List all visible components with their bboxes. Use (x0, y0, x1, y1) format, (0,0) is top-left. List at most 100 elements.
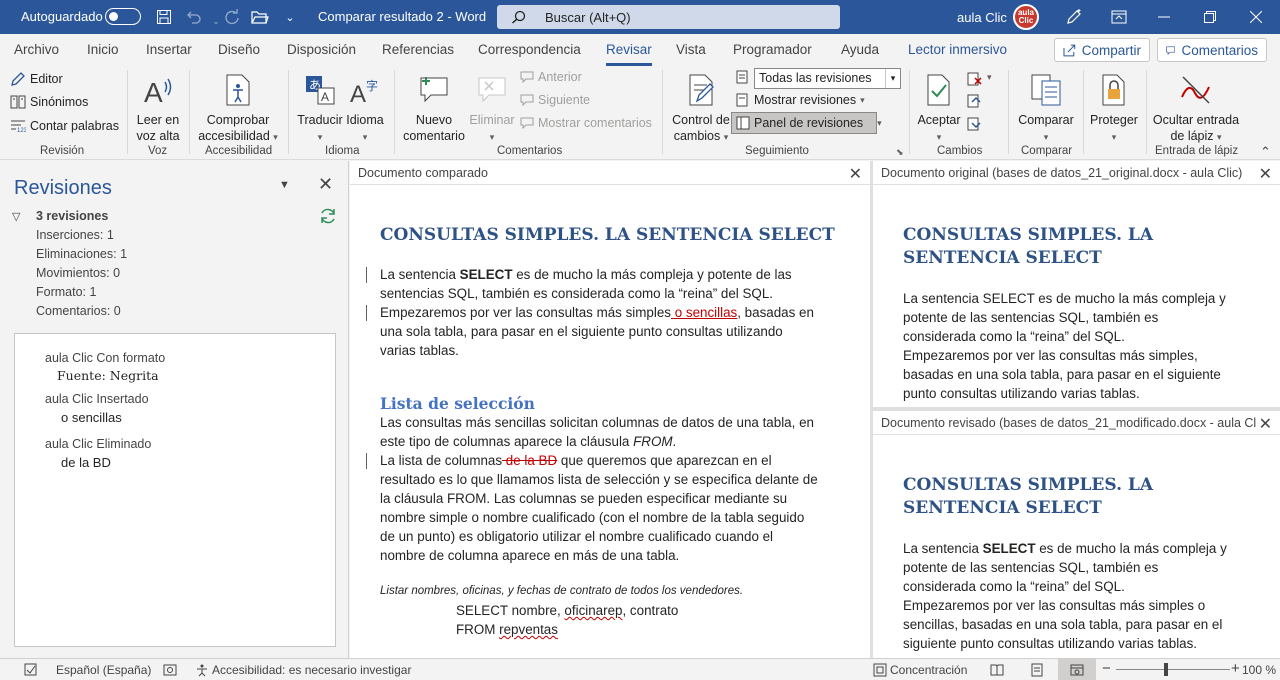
revision-detail[interactable]: de la BD (61, 455, 111, 470)
refresh-icon[interactable] (319, 207, 337, 225)
revision-detail[interactable]: Fuente: Negrita (57, 368, 159, 383)
language-status[interactable]: Español (España) (56, 663, 151, 677)
next-comment-label: Siguiente (538, 93, 591, 107)
compare-button[interactable]: Comparar ▾ (1015, 70, 1077, 145)
tab-referencias[interactable]: Referencias (382, 42, 454, 57)
paragraph[interactable]: La sentencia SELECT es de mucho la más c… (380, 265, 820, 360)
thesaurus-icon (10, 95, 26, 109)
tab-ayuda[interactable]: Ayuda (841, 42, 879, 57)
previous-change-icon[interactable] (967, 94, 983, 108)
editor-button[interactable]: Editor (10, 71, 63, 87)
track-changes-button[interactable]: Control de cambios ▾ (670, 70, 732, 145)
example-caption[interactable]: Listar nombres, oficinas, y fechas de co… (380, 585, 743, 597)
undo-icon[interactable] (183, 6, 205, 28)
comments-button[interactable]: Comentarios (1157, 38, 1267, 62)
ribbon: Editor Sinónimos 123 Contar palabras Rev… (0, 66, 1280, 160)
close-pane-icon[interactable]: ✕ (318, 174, 333, 195)
web-layout-button[interactable] (1058, 659, 1096, 680)
tab-insertar[interactable]: Insertar (146, 42, 192, 57)
paragraph[interactable]: Las consultas más sencillas solicitan co… (380, 413, 820, 565)
zoom-level[interactable]: 100 % (1242, 663, 1276, 677)
hide-ink-button[interactable]: Ocultar entrada de lápiz ▾ (1150, 70, 1242, 145)
autosave-toggle[interactable] (105, 8, 141, 25)
revision-author[interactable]: aula Clic Eliminado (45, 437, 151, 451)
tab-disposicion[interactable]: Disposición (287, 42, 356, 57)
revision-author[interactable]: aula Clic Insertado (45, 392, 149, 406)
close-revised-icon[interactable]: ✕ (1259, 414, 1272, 434)
zoom-in-icon[interactable]: + (1231, 660, 1240, 677)
next-comment-button: Siguiente (520, 93, 590, 107)
reject-change-icon[interactable] (967, 72, 983, 86)
close-original-icon[interactable]: ✕ (1259, 164, 1272, 184)
chevron-down-icon: ▾ (885, 69, 900, 88)
ribbon-display-icon[interactable] (1108, 6, 1130, 28)
read-mode-icon[interactable] (990, 663, 1004, 677)
tab-correspondencia[interactable]: Correspondencia (478, 42, 581, 57)
code-line[interactable]: FROM repventas (456, 620, 558, 639)
word-count-button[interactable]: 123 Contar palabras (10, 119, 119, 133)
synonyms-label: Sinónimos (30, 95, 89, 109)
display-for-review-select[interactable]: Todas las revisiones ▾ (754, 68, 901, 89)
delete-comment-icon (468, 70, 516, 110)
collapse-ribbon-icon[interactable]: ⌃ (1260, 144, 1271, 160)
paragraph[interactable]: La sentencia SELECT es de mucho la más c… (903, 289, 1233, 403)
focus-mode-label[interactable]: Concentración (890, 663, 967, 677)
accept-button[interactable]: Aceptar ▾ (916, 70, 962, 145)
search-box[interactable]: Buscar (Alt+Q) (497, 5, 840, 29)
zoom-slider-thumb[interactable] (1164, 663, 1168, 676)
paragraph[interactable]: La sentencia SELECT es de mucho la más c… (903, 539, 1233, 653)
language-button[interactable]: A字 Idioma ▾ (344, 70, 386, 145)
zoom-slider[interactable] (1116, 669, 1230, 670)
accessibility-status[interactable]: Accesibilidad: es necesario investigar (212, 663, 411, 677)
tab-diseno[interactable]: Diseño (218, 42, 260, 57)
dialog-launcher-icon[interactable]: ⬊ (896, 147, 904, 158)
previous-comment-label: Anterior (538, 70, 582, 84)
zoom-out-icon[interactable]: − (1102, 660, 1111, 677)
minimize-icon[interactable] (1153, 6, 1175, 28)
tab-programador[interactable]: Programador (733, 42, 812, 57)
synonyms-button[interactable]: Sinónimos (10, 95, 88, 109)
share-button[interactable]: Compartir (1054, 38, 1150, 62)
translate-button[interactable]: あA Traducir ▾ (297, 70, 343, 145)
reject-dropdown-icon[interactable]: ▾ (987, 72, 992, 83)
customize-qat-icon[interactable]: ⌄ (279, 6, 301, 28)
reviewing-pane-button[interactable]: Panel de revisiones ▾ (736, 116, 882, 130)
show-markup-button[interactable]: Mostrar revisiones ▾ (736, 93, 865, 107)
group-separator (1008, 70, 1009, 154)
pane-options-icon[interactable]: ▼ (279, 179, 290, 191)
revision-detail[interactable]: o sencillas (61, 410, 122, 425)
designer-pen-icon[interactable] (1063, 6, 1085, 28)
focus-mode-icon[interactable] (873, 663, 887, 677)
read-aloud-button[interactable]: A Leer en voz alta (134, 70, 182, 144)
print-layout-icon[interactable] (1030, 663, 1044, 677)
open-folder-icon[interactable] (249, 6, 271, 28)
new-comment-button[interactable]: Nuevo comentario (401, 70, 467, 144)
close-compared-icon[interactable]: ✕ (849, 164, 862, 184)
avatar[interactable]: aula Clic (1013, 4, 1039, 30)
accessibility-checker-icon[interactable] (195, 663, 209, 677)
tab-revisar[interactable]: Revisar (606, 42, 652, 66)
tab-vista[interactable]: Vista (676, 42, 706, 57)
document-heading: CONSULTAS SIMPLES. LA SENTENCIA SELECT (903, 475, 1154, 518)
tab-archivo[interactable]: Archivo (14, 42, 59, 57)
stat-comments: Comentarios: 0 (36, 304, 121, 318)
redo-icon[interactable] (221, 6, 243, 28)
proofing-icon[interactable] (24, 663, 38, 677)
restore-icon[interactable] (1199, 6, 1221, 28)
track-changes-label: Control de cambios (672, 113, 730, 143)
protect-button[interactable]: Proteger ▾ (1088, 70, 1140, 145)
next-change-icon[interactable] (967, 117, 983, 131)
tab-lector-inmersivo[interactable]: Lector inmersivo (908, 42, 1007, 57)
close-window-icon[interactable] (1245, 6, 1267, 28)
revision-author[interactable]: aula Clic Con formato (45, 351, 165, 365)
check-accessibility-button[interactable]: Comprobar accesibilidad ▾ (196, 70, 280, 145)
collapse-icon[interactable]: ▽ (12, 210, 20, 223)
document-heading: CONSULTAS SIMPLES. LA SENTENCIA SELECT (380, 225, 835, 245)
tab-inicio[interactable]: Inicio (87, 42, 119, 57)
save-icon[interactable] (153, 6, 175, 28)
code-line[interactable]: SELECT nombre, oficinarep, contrato (456, 601, 678, 620)
user-name[interactable]: aula Clic (957, 10, 1007, 25)
group-label-lapiz: Entrada de lápiz (1155, 145, 1239, 157)
macro-recording-icon[interactable] (163, 663, 177, 677)
section-heading: Lista de selección (380, 394, 535, 413)
